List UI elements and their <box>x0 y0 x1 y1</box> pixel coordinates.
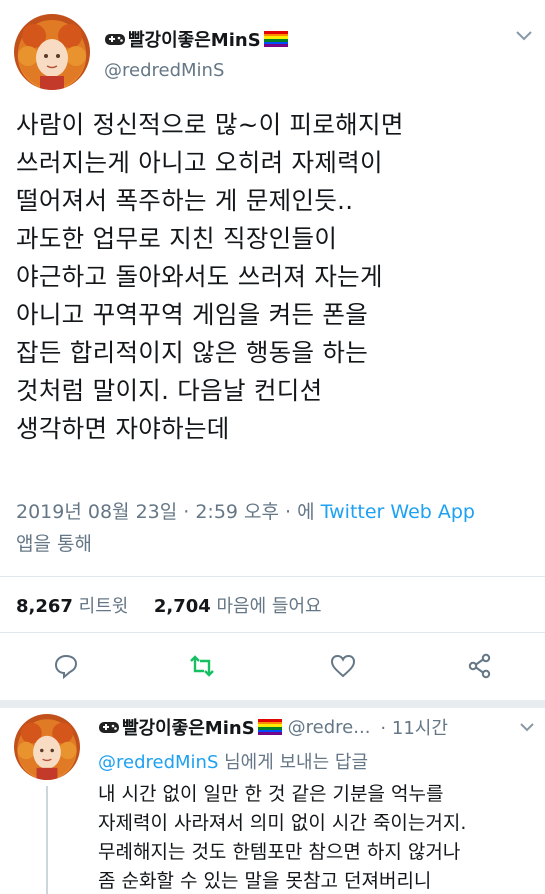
timestamp: 2019년 08월 23일 · 2:59 오후 · 에 <box>16 501 315 523</box>
tweet-stats: 8,267 리트윗 2,704 마음에 들어요 <box>16 592 322 618</box>
source-suffix: 앱을 통해 <box>16 533 92 555</box>
divider <box>0 632 545 633</box>
chevron-down-icon[interactable] <box>515 30 533 42</box>
share-icon[interactable] <box>466 652 494 680</box>
retweet-stat[interactable]: 8,267 리트윗 <box>16 596 128 617</box>
tweet-detail-screen: 빨강이좋은MinS @redredMinS 사람이 정신적으로 많~이 피로해지… <box>0 0 545 894</box>
heart-icon[interactable] <box>329 652 357 680</box>
gamepad-icon <box>98 719 120 735</box>
reply-time: · 11시간 <box>380 718 448 739</box>
mention-link[interactable]: @redredMinS <box>98 752 218 773</box>
chevron-down-icon[interactable] <box>519 722 535 732</box>
tweet-meta: 2019년 08월 23일 · 2:59 오후 · 에 Twitter Web … <box>16 496 536 560</box>
reply-icon[interactable] <box>52 652 80 680</box>
divider <box>0 576 545 577</box>
tweet-text-line: 쓰러지는게 아니고 오히려 자제력이 <box>16 148 383 177</box>
action-bar <box>0 646 545 686</box>
display-name[interactable]: 빨강이좋은MinS <box>104 26 288 52</box>
like-stat[interactable]: 2,704 마음에 들어요 <box>154 596 322 617</box>
like-label: 마음에 들어요 <box>216 596 322 617</box>
tweet-text-line: 떨어져서 폭주하는 게 문제인듯.. <box>16 186 354 215</box>
display-name-text: 빨강이좋은MinS <box>128 30 261 51</box>
gamepad-icon <box>104 31 126 47</box>
tweet-text-line: 잡든 합리적이지 않은 행동을 하는 <box>16 338 369 367</box>
retweet-count: 8,267 <box>16 596 73 617</box>
tweet-text-line: 생각하면 자야하는데 <box>16 414 230 443</box>
section-divider <box>0 700 545 708</box>
rainbow-flag-icon <box>263 31 288 47</box>
retweet-icon[interactable] <box>188 652 216 680</box>
replying-suffix: 님에게 보내는 답글 <box>218 752 369 773</box>
reply-display-name-text: 빨강이좋은MinS <box>122 718 255 739</box>
avatar[interactable] <box>14 14 90 90</box>
reply-text-line: 내 시간 없이 일만 한 것 같은 기분을 억누를 <box>98 783 444 805</box>
reply-text: 내 시간 없이 일만 한 것 같은 기분을 억누를 자제력이 사라져서 의미 없… <box>98 780 543 894</box>
tweet-text-line: 야근하고 돌아와서도 쓰러져 자는게 <box>16 262 383 291</box>
retweet-label: 리트윗 <box>78 596 129 617</box>
reply-handle[interactable]: @redre... <box>288 717 371 738</box>
reply-header: 빨강이좋은MinS @redre... · 11시간 <box>98 714 538 740</box>
tweet-text-line: 사람이 정신적으로 많~이 피로해지면 <box>16 110 404 139</box>
replying-to: @redredMinS 님에게 보내는 답글 <box>98 748 368 774</box>
like-count: 2,704 <box>153 596 211 617</box>
tweet-text-line: 것처럼 말이지. 다음날 컨디션 <box>16 376 323 405</box>
thread-line <box>46 786 48 894</box>
reply-text-line: 좀 순화할 수 있는 말을 못참고 던져버리니 <box>98 870 432 892</box>
user-handle[interactable]: @redredMinS <box>104 60 224 81</box>
tweet-text-line: 과도한 업무로 지친 직장인들이 <box>16 224 338 253</box>
avatar[interactable] <box>14 714 80 780</box>
tweet-text-line: 아니고 꾸역꾸역 게임을 켜든 폰을 <box>16 300 369 329</box>
tweet-text: 사람이 정신적으로 많~이 피로해지면 쓰러지는게 아니고 오히려 자제력이 떨… <box>16 106 536 448</box>
reply-display-name[interactable]: 빨강이좋은MinS <box>98 714 282 740</box>
reply-text-line: 무례해지는 것도 한템포만 참으면 하지 않거나 <box>98 841 461 863</box>
rainbow-flag-icon <box>257 719 282 735</box>
reply-text-line: 자제력이 사라져서 의미 없이 시간 죽이는거지. <box>98 812 467 834</box>
source-link[interactable]: Twitter Web App <box>321 501 475 523</box>
